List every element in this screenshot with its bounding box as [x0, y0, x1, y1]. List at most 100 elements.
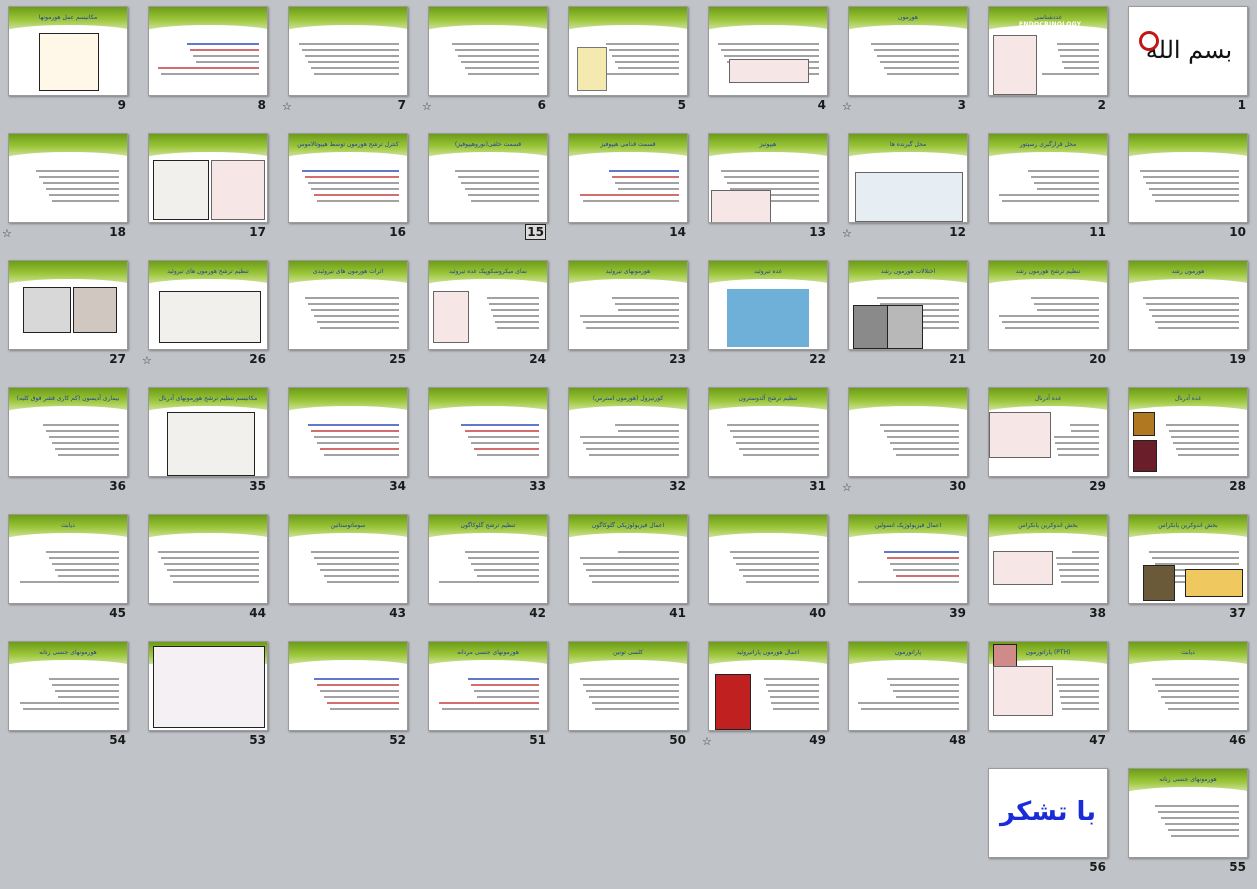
slide-title — [435, 13, 541, 23]
slide-thumbnail[interactable] — [848, 387, 968, 477]
slide-thumbnail[interactable]: تنظیم ترشح آلدوسترون — [708, 387, 828, 477]
slide-thumbnail[interactable]: غده آدرنال — [1128, 387, 1248, 477]
slide-thumbnail[interactable]: قسمت خلفی(نوروهیپوفیز) — [428, 133, 548, 223]
slide-cell: غده آدرنال 28 — [1120, 381, 1257, 508]
slide-thumbnail[interactable] — [288, 641, 408, 731]
slide-thumbnail[interactable] — [8, 260, 128, 350]
slide-thumbnail[interactable]: اثرات هورمون های تیروئیدی — [288, 260, 408, 350]
slide-thumbnail[interactable]: اعمال هورمون پاراتیروئید — [708, 641, 828, 731]
slide-thumbnail[interactable]: کورتیزول (هورمون استرس) — [568, 387, 688, 477]
slide-thumbnail[interactable] — [428, 387, 548, 477]
slide-thumbnail[interactable]: هورمونهای جنسی زنانه — [1128, 768, 1248, 858]
flowchart-image — [39, 33, 99, 91]
slide-thumbnail[interactable]: اختلالات هورمون رشد — [848, 260, 968, 350]
slide-thumbnail[interactable] — [428, 6, 548, 96]
slide-thumbnail[interactable]: دیابت — [1128, 641, 1248, 731]
slide-thumbnail[interactable]: دیابت — [8, 514, 128, 604]
slide-thumbnail[interactable] — [288, 387, 408, 477]
slide-thumbnail[interactable]: پاراتورمون — [848, 641, 968, 731]
islet-image — [1143, 565, 1175, 601]
slide-thumbnail[interactable]: بسم الله — [1128, 6, 1248, 96]
slide-thumbnail[interactable] — [148, 514, 268, 604]
slide-text-lines — [1137, 805, 1239, 841]
slide-thumbnail[interactable] — [148, 641, 268, 731]
slide-thumbnail[interactable] — [1128, 133, 1248, 223]
text-line — [733, 557, 819, 559]
slide-thumbnail[interactable]: بیماری آدیسون (کم کاری قشر فوق کلیه) — [8, 387, 128, 477]
adrenal-section-image — [989, 412, 1051, 458]
slide-thumbnail[interactable] — [148, 133, 268, 223]
slide-thumbnail[interactable]: تنظیم ترشح هورمون رشد — [988, 260, 1108, 350]
slide-title: بخش اندوکرین پانکراس — [1158, 522, 1218, 529]
text-line — [173, 581, 259, 583]
slide-thumbnail[interactable]: اعمال فیزیولوژیک انسولین — [848, 514, 968, 604]
slide-thumbnail[interactable] — [708, 6, 828, 96]
slide-title: نمای میکروسکوپیک غده تیروئید — [449, 268, 527, 275]
slide-thumbnail[interactable]: غده تیروئید — [708, 260, 828, 350]
text-line — [317, 563, 399, 565]
slide-thumbnail[interactable]: بخش اندوکرین پانکراس — [988, 514, 1108, 604]
slide-thumbnail[interactable] — [8, 133, 128, 223]
slide-cell: اعمال هورمون پاراتیروئید 49 ☆ — [700, 635, 840, 762]
slide-title — [715, 521, 821, 531]
text-line — [765, 684, 819, 686]
slide-thumbnail[interactable]: غده آدرنال — [988, 387, 1108, 477]
slide-number: 28 — [1229, 479, 1246, 493]
slide-thumbnail[interactable]: سوماتوستاتین — [288, 514, 408, 604]
regulation-diagram-image — [159, 291, 261, 343]
slide-thumbnail[interactable]: با تشکر — [988, 768, 1108, 858]
text-line — [323, 575, 399, 577]
slide-thumbnail[interactable]: هورمونهای تیروئید — [568, 260, 688, 350]
text-line — [20, 702, 119, 704]
slide-thumbnail[interactable]: هیپوتیز — [708, 133, 828, 223]
slide-title: هورمونهای جنسی زنانه — [39, 649, 97, 656]
slide-thumbnail[interactable]: محل گیرنده ها — [848, 133, 968, 223]
slide-number: 24 — [529, 352, 546, 366]
slide-thumbnail[interactable]: هورمون — [848, 6, 968, 96]
slide-thumbnail[interactable]: اعمال فیزیولوژیکی گلوکاگون — [568, 514, 688, 604]
slide-cell: کنترل ترشح هورمون توسط هیپوتالاموس 16 — [280, 127, 420, 254]
slide-thumbnail[interactable]: هورمونهای جنسی مردانه — [428, 641, 548, 731]
slide-thumbnail[interactable]: غددشناسی ENDOCRINOLOGY — [988, 6, 1108, 96]
slide-thumbnail[interactable]: قسمت قدامی هیپوفیز — [568, 133, 688, 223]
slide-thumbnail[interactable]: تنظیم ترشح گلوکاگون — [428, 514, 548, 604]
tissue-image — [711, 190, 771, 222]
portrait-image-right — [73, 287, 117, 333]
slide-text-lines — [857, 424, 959, 460]
slide-cell: 53 — [140, 635, 280, 762]
slide-thumbnail[interactable]: مکانیسم تنظیم ترشح هورمونهای آدرنال — [148, 387, 268, 477]
text-line — [1059, 696, 1099, 698]
slide-thumbnail[interactable]: هورمون رشد — [1128, 260, 1248, 350]
text-line — [773, 708, 819, 710]
slide-thumbnail[interactable]: نمای میکروسکوپیک غده تیروئید — [428, 260, 548, 350]
slide-thumbnail[interactable] — [708, 514, 828, 604]
slide-cell: اثرات هورمون های تیروئیدی 25 — [280, 254, 420, 381]
text-line — [326, 702, 399, 704]
text-line — [1164, 823, 1239, 825]
text-line — [20, 581, 119, 583]
animation-star-icon: ☆ — [842, 481, 852, 494]
slide-title — [295, 13, 401, 23]
slide-thumbnail[interactable]: پاراتورمون (PTH) — [988, 641, 1108, 731]
text-line — [496, 327, 539, 329]
slide-title: مکانیسم تنظیم ترشح هورمونهای آدرنال — [158, 395, 258, 402]
slide-thumbnail[interactable] — [148, 6, 268, 96]
slide-cell: هورمونهای تیروئید 23 — [560, 254, 700, 381]
text-line — [467, 557, 539, 559]
text-line — [886, 436, 959, 438]
slide-thumbnail[interactable]: هورمونهای جنسی زنانه — [8, 641, 128, 731]
text-line — [999, 315, 1099, 317]
slide-thumbnail[interactable]: کلسی تونین — [568, 641, 688, 731]
text-line — [614, 303, 679, 305]
slide-thumbnail[interactable]: محل قرارگیری رسپتور — [988, 133, 1108, 223]
slide-thumbnail[interactable]: کنترل ترشح هورمون توسط هیپوتالاموس — [288, 133, 408, 223]
slide-number: 34 — [389, 479, 406, 493]
text-line — [889, 684, 959, 686]
slide-thumbnail[interactable]: بخش اندوکرین پانکراس — [1128, 514, 1248, 604]
slide-thumbnail[interactable]: مکانیسم عمل هورمونها — [8, 6, 128, 96]
slide-thumbnail[interactable] — [568, 6, 688, 96]
text-line — [161, 557, 259, 559]
text-line — [317, 321, 399, 323]
slide-thumbnail[interactable] — [288, 6, 408, 96]
slide-thumbnail[interactable]: تنظیم ترشح هورمون های تیروئید — [148, 260, 268, 350]
